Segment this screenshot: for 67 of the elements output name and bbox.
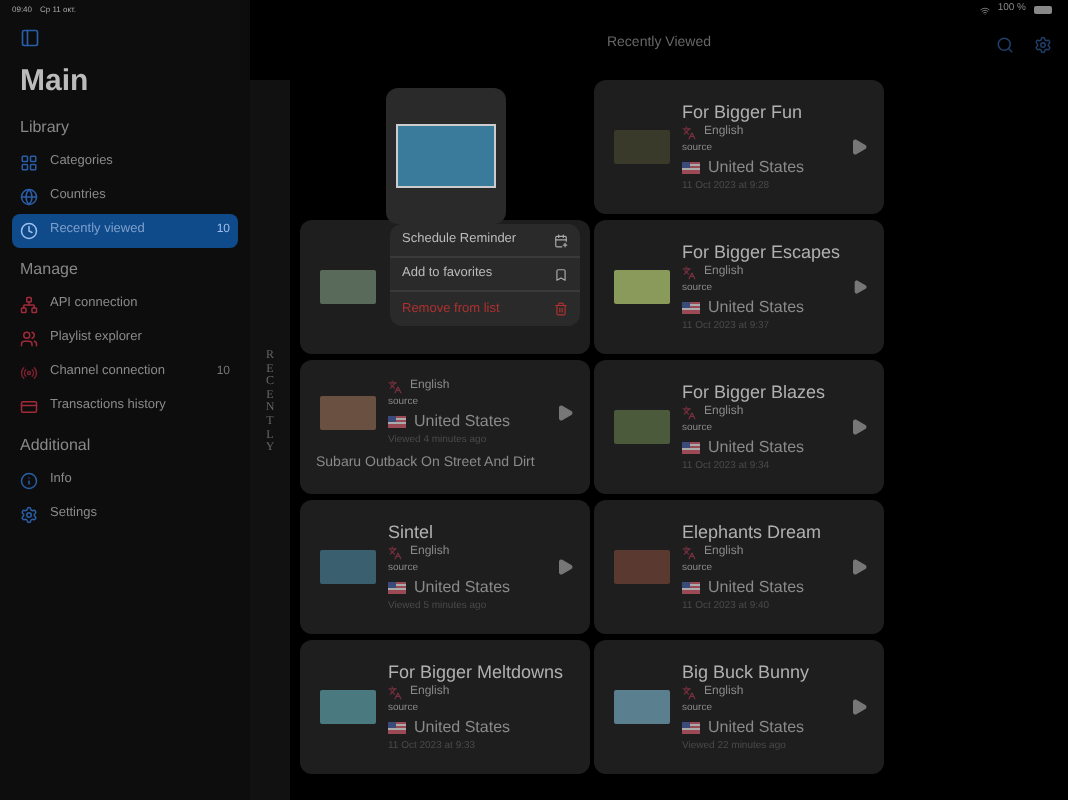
video-title: For Bigger Escapes [682, 241, 841, 265]
item-icon [20, 505, 38, 523]
video-title: Big Buck Bunny [682, 661, 812, 685]
item-icon [20, 221, 38, 239]
country-label: United States [414, 576, 511, 600]
item-icon [20, 187, 38, 205]
video-title: Elephants Dream [682, 521, 824, 545]
video-thumbnail [614, 130, 670, 164]
sidebar-title: Main [20, 62, 91, 102]
video-title: For Bigger Blazes [682, 381, 828, 405]
country-label: United States [414, 716, 511, 741]
video-thumbnail [614, 270, 670, 304]
video-thumbnail [614, 690, 670, 724]
language-icon [388, 380, 402, 395]
language-icon [682, 546, 696, 561]
video-thumbnail [320, 270, 376, 304]
battery-icon [1034, 6, 1052, 14]
flag-icon [682, 442, 700, 455]
wifi-icon [979, 5, 990, 15]
play-icon[interactable] [850, 418, 868, 436]
play-icon[interactable] [850, 558, 868, 576]
language-icon [682, 126, 696, 141]
country-label: United States [708, 716, 805, 740]
flag-icon [682, 582, 700, 595]
language-icon [682, 686, 696, 701]
play-icon[interactable] [850, 698, 868, 716]
item-icon [20, 363, 38, 381]
country-label: United States [708, 156, 805, 181]
language-icon [682, 266, 696, 281]
sidebar-toggle-icon[interactable] [20, 28, 40, 48]
flag-icon [388, 582, 406, 595]
play-icon[interactable] [852, 278, 868, 296]
video-title: For Bigger Meltdowns [388, 661, 564, 685]
section-heading: Manage [20, 257, 80, 281]
video-thumbnail [614, 550, 670, 584]
section-heading: Additional [20, 433, 93, 457]
country-label: United States [708, 436, 805, 461]
flag-icon [388, 722, 406, 735]
video-thumbnail [320, 550, 376, 584]
flag-icon [682, 162, 700, 175]
menu-item-icon [554, 267, 568, 281]
play-icon[interactable] [556, 558, 574, 576]
item-icon [20, 153, 38, 171]
country-label: United States [708, 576, 805, 601]
menu-item-icon [554, 233, 568, 247]
language-icon [388, 546, 402, 561]
flag-icon [682, 302, 700, 315]
flag-icon [388, 416, 406, 429]
item-icon [20, 295, 38, 313]
flag-icon [682, 722, 700, 735]
language-icon [682, 406, 696, 421]
video-thumbnail [614, 410, 670, 444]
country-label: United States [708, 296, 805, 321]
item-icon [20, 471, 38, 489]
video-title: Sintel [388, 521, 436, 545]
item-icon [20, 329, 38, 347]
language-icon [388, 686, 402, 701]
section-heading: Library [20, 115, 71, 139]
video-thumbnail [396, 124, 496, 188]
country-label: United States [414, 410, 511, 434]
play-icon[interactable] [850, 138, 868, 156]
video-thumbnail [320, 395, 376, 430]
item-icon [20, 397, 38, 415]
video-title: For Bigger Fun [682, 101, 805, 125]
play-icon[interactable] [556, 403, 574, 422]
video-thumbnail [320, 690, 376, 724]
menu-item-icon [554, 302, 568, 316]
